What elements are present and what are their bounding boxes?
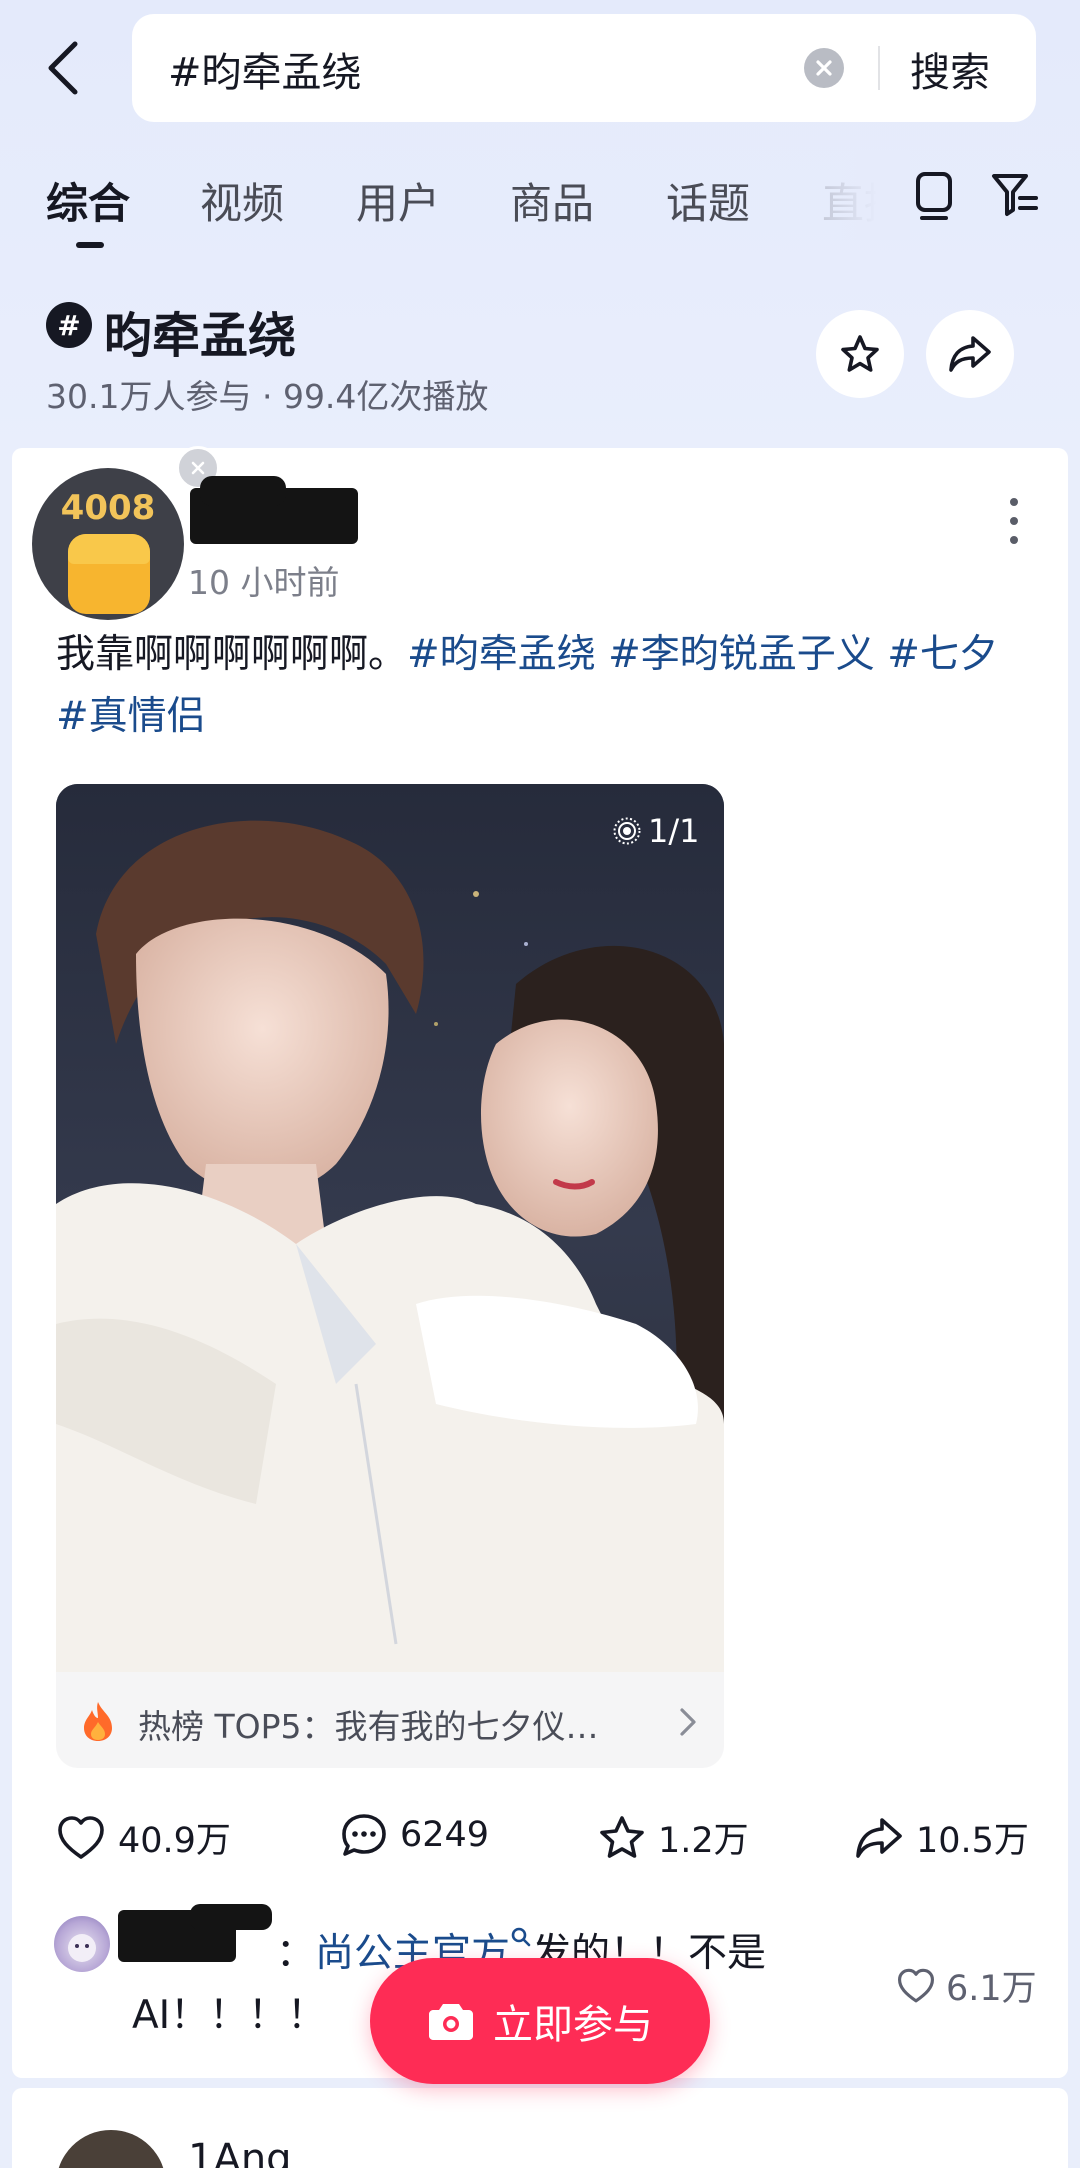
commenter-avatar[interactable] (54, 1916, 110, 1972)
heart-icon (58, 1815, 104, 1859)
more-options-button[interactable] (1000, 498, 1028, 544)
dot-icon (1010, 498, 1018, 506)
share-icon (856, 1817, 902, 1858)
flame-icon (80, 1700, 116, 1742)
commenter-name-redacted-top (190, 1904, 272, 1930)
tabs-fade-overlay (800, 150, 910, 240)
media-counter-text: 1/1 (648, 812, 700, 850)
hashtag-icon: # (46, 302, 92, 348)
username-redacted-top (200, 476, 286, 506)
chevron-left-icon (48, 41, 78, 95)
hashtag-link[interactable]: #李昀锐孟子义 (608, 632, 875, 677)
hashtag-link[interactable]: #七夕 (887, 632, 998, 677)
join-topic-label: 立即参与 (493, 2002, 653, 2048)
comment-like-button[interactable]: 6.1万 (896, 1960, 1037, 2011)
comment-text-line2: AI！！！！ (132, 1993, 327, 2038)
tab-products[interactable]: 商品 (510, 170, 594, 231)
search-icon (511, 1927, 531, 1947)
favorite-button[interactable]: 1.2万 (598, 1812, 749, 1863)
active-tab-indicator (76, 242, 104, 248)
like-button[interactable]: 40.9万 (56, 1812, 231, 1863)
layout-icon (916, 172, 952, 220)
topic-stats: 30.1万人参与 · 99.4亿次播放 (46, 377, 489, 416)
heart-icon (898, 1968, 934, 2002)
dot-icon (1010, 536, 1018, 544)
post-image[interactable] (56, 784, 724, 1672)
dot-icon (1010, 517, 1018, 525)
photo-illustration (56, 784, 724, 1672)
share-topic-button[interactable] (926, 310, 1014, 398)
share-icon (949, 336, 991, 372)
layout-toggle-button[interactable] (912, 170, 956, 222)
like-count: 40.9万 (118, 1821, 231, 1861)
filter-button[interactable] (990, 170, 1040, 220)
post-body: 我靠啊啊啊啊啊啊。 (56, 632, 408, 677)
filter-icon (992, 174, 1038, 216)
share-button[interactable]: 10.5万 (854, 1812, 1029, 1863)
hashtag-link[interactable]: #真情侣 (56, 694, 206, 739)
search-input[interactable]: #昀牵孟绕 (168, 40, 362, 98)
comment-count: 6249 (400, 1815, 490, 1855)
post-text: 我靠啊啊啊啊啊啊。#昀牵孟绕 #李昀锐孟子义 #七夕 #真情侣 (56, 624, 1036, 748)
avatar-badge-lid (68, 534, 150, 564)
close-icon (191, 461, 205, 475)
topic-title: 昀牵孟绕 (104, 308, 297, 364)
star-icon (600, 1815, 644, 1858)
hashtag-link[interactable]: #昀牵孟绕 (407, 632, 596, 677)
next-post-username[interactable]: 1Ang (188, 2136, 292, 2168)
close-icon (816, 60, 832, 76)
search-button[interactable]: 搜索 (910, 40, 990, 98)
hot-list-text[interactable]: 热榜 TOP5：我有我的七夕仪… (138, 1700, 599, 1748)
next-post-card (12, 2088, 1068, 2168)
star-icon (841, 335, 879, 372)
tab-comprehensive[interactable]: 综合 (46, 170, 130, 231)
chevron-right-icon (676, 1706, 700, 1738)
tab-videos[interactable]: 视频 (200, 170, 284, 231)
favorite-topic-button[interactable] (816, 310, 904, 398)
avatar-number: 4008 (60, 488, 156, 528)
clear-search-button[interactable] (804, 48, 844, 88)
comment-icon (342, 1814, 386, 1856)
share-count: 10.5万 (916, 1821, 1029, 1861)
post-time: 10 小时前 (188, 563, 340, 602)
comment-like-count: 6.1万 (946, 1969, 1037, 2009)
tab-topics[interactable]: 话题 (666, 170, 750, 231)
search-divider (878, 46, 880, 90)
join-topic-button[interactable]: 立即参与 (370, 1958, 710, 2084)
media-counter: 1/1 (612, 812, 700, 850)
back-button[interactable] (38, 38, 88, 98)
favorite-count: 1.2万 (658, 1821, 749, 1861)
tab-users[interactable]: 用户 (356, 170, 440, 231)
live-photo-icon (613, 817, 641, 845)
comment-colon: ： (276, 1931, 316, 1976)
comment-button[interactable]: 6249 (340, 1812, 489, 1858)
camera-icon (429, 2004, 473, 2040)
avatar[interactable]: 4008 (32, 468, 184, 620)
